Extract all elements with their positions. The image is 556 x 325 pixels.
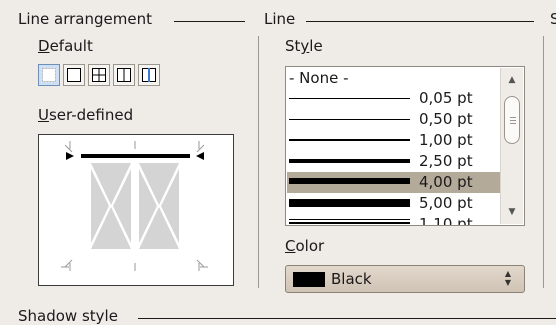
next-section-fragment: S	[550, 10, 556, 28]
style-option-5-00[interactable]: 5,00 pt	[287, 193, 502, 214]
preset-outer-horizontal-button[interactable]	[113, 64, 135, 86]
line-rule	[306, 21, 534, 22]
right-separator	[543, 36, 544, 288]
scroll-up-arrow-icon[interactable]: ▲	[501, 72, 523, 88]
section-separator	[258, 36, 259, 288]
style-list-scrollbar[interactable]: ▲ ▼	[500, 68, 523, 224]
style-option-2-50[interactable]: 2,50 pt	[287, 151, 502, 172]
color-value: Black	[331, 270, 372, 288]
default-presets	[38, 64, 160, 86]
style-option-0-50[interactable]: 0,50 pt	[287, 109, 502, 130]
line-arrangement-title: Line arrangement	[18, 10, 156, 28]
style-option-1-10[interactable]: 1,10 pt	[287, 214, 502, 225]
dropdown-updown-icon: ▲ ▼	[504, 269, 512, 287]
outer-vertical-icon	[117, 68, 131, 82]
line-color-dropdown[interactable]: Black ▲ ▼	[285, 265, 525, 293]
border-preview-canvas	[61, 141, 208, 271]
line-arrangement-rule	[174, 21, 245, 22]
outer-border-icon	[67, 68, 81, 82]
right-arrow-marker-icon	[196, 152, 204, 160]
preset-outer-keep-inner-button[interactable]	[138, 64, 160, 86]
outer-keep-inner-icon	[142, 68, 156, 82]
scrollbar-thumb[interactable]	[504, 96, 520, 144]
style-option-1-00[interactable]: 1,00 pt	[287, 130, 502, 151]
shadow-style-title: Shadow style	[18, 307, 122, 325]
shadow-style-rule	[138, 318, 556, 319]
left-arrow-marker-icon	[66, 152, 74, 160]
line-style-listbox[interactable]: - None - 0,05 pt 0,50 pt 1,00 pt 2,50 pt…	[285, 66, 525, 226]
preset-all-lines-button[interactable]	[88, 64, 110, 86]
color-swatch	[293, 272, 325, 287]
preset-no-borders-button[interactable]	[38, 64, 60, 86]
user-defined-label: User-defined	[38, 106, 134, 124]
all-borders-icon	[92, 68, 106, 82]
user-defined-border-preview[interactable]	[38, 134, 234, 286]
preset-outer-border-button[interactable]	[63, 64, 85, 86]
no-borders-icon	[42, 68, 56, 82]
style-option-0-05[interactable]: 0,05 pt	[287, 88, 502, 109]
default-label: Default	[38, 37, 93, 55]
line-title: Line	[264, 10, 300, 28]
color-label: Color	[285, 237, 325, 255]
style-option-4-00-selected[interactable]: 4,00 pt	[287, 172, 502, 193]
style-option-none[interactable]: - None -	[287, 68, 502, 89]
scroll-down-arrow-icon[interactable]: ▼	[501, 204, 523, 220]
style-label: Style	[285, 37, 323, 55]
